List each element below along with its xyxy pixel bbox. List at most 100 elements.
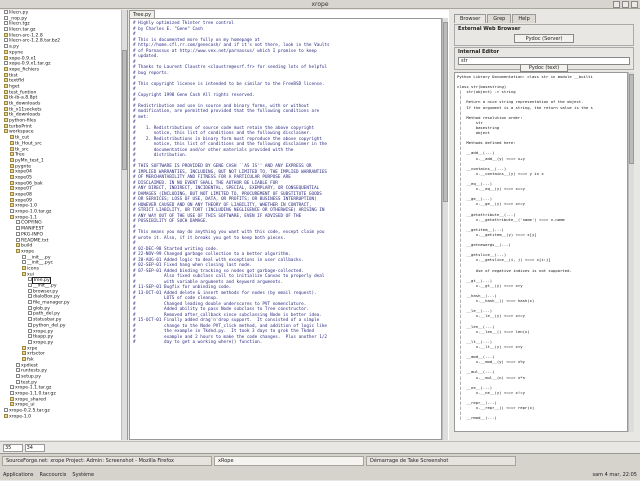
folder-icon bbox=[4, 413, 8, 418]
window-controls bbox=[613, 1, 638, 8]
folder-icon bbox=[10, 157, 14, 162]
file-icon bbox=[4, 27, 8, 32]
taskbar-window-list: SourceForge.net: xrope Project: Admin: S… bbox=[0, 454, 640, 467]
folder-icon bbox=[16, 243, 20, 248]
folder-icon bbox=[4, 112, 8, 117]
file-icon bbox=[28, 288, 32, 293]
tab-browser[interactable]: Browser bbox=[454, 14, 487, 23]
taskbar: SourceForge.net: xrope Project: Admin: S… bbox=[0, 453, 640, 480]
taskbar-menu: Applications Raccourcis Système sam 4 mar,… bbox=[0, 468, 640, 481]
pydoc-scrollbar-thumb[interactable] bbox=[629, 74, 634, 164]
folder-icon bbox=[10, 169, 14, 174]
file-icon bbox=[28, 300, 32, 305]
folder-icon bbox=[10, 163, 14, 168]
tab-grep[interactable]: Grep bbox=[487, 14, 512, 23]
pydoc-text-button[interactable]: Pydoc (text) bbox=[520, 64, 568, 72]
folder-icon bbox=[10, 146, 14, 151]
folder-icon bbox=[4, 83, 8, 88]
pydoc-line: | __rmod__(...) bbox=[457, 415, 497, 421]
taskbar-window-button[interactable]: Démarrage de Take Screenshot bbox=[366, 455, 516, 466]
folder-icon bbox=[22, 345, 26, 350]
folder-icon bbox=[10, 203, 14, 208]
side-panel-tabs: Browser Grep Help bbox=[454, 14, 537, 23]
file-icon bbox=[16, 379, 20, 384]
internal-editor-title: Internal Editor bbox=[458, 49, 500, 55]
editor-tab[interactable]: Tree.py bbox=[129, 10, 156, 18]
line-number: 35 bbox=[3, 443, 23, 452]
menu-raccourcis[interactable]: Raccourcis bbox=[40, 472, 67, 478]
folder-icon bbox=[22, 271, 26, 276]
folder-icon bbox=[10, 396, 14, 401]
editor-scrollbar[interactable] bbox=[442, 18, 448, 440]
file-tree[interactable]: lilecn.py _nop.py lilecn.tgz lilecn.tar.gz l… bbox=[0, 10, 128, 440]
window-title: xrope bbox=[311, 1, 329, 8]
file-icon bbox=[28, 283, 32, 287]
file-icon bbox=[28, 322, 32, 327]
side-panel: Browser Grep Help External Web Browser Pyd… bbox=[450, 10, 640, 440]
maximize-icon[interactable] bbox=[622, 1, 629, 8]
file-icon bbox=[28, 328, 32, 333]
tree-item[interactable]: xrope-1.0 bbox=[0, 413, 127, 420]
file-icon bbox=[10, 209, 14, 214]
file-icon bbox=[28, 334, 32, 339]
folder-icon bbox=[10, 402, 14, 407]
folder-icon bbox=[10, 140, 14, 145]
folder-icon bbox=[4, 123, 8, 128]
folder-icon bbox=[4, 66, 8, 71]
file-icon bbox=[28, 294, 32, 299]
pydoc-scrollbar[interactable] bbox=[628, 72, 634, 432]
menu-applications[interactable]: Applications bbox=[3, 472, 34, 478]
folder-icon bbox=[10, 192, 14, 196]
editor-scrollbar-thumb[interactable] bbox=[443, 22, 448, 202]
folder-icon bbox=[10, 186, 14, 191]
file-icon bbox=[22, 260, 26, 265]
close-icon[interactable] bbox=[631, 1, 638, 8]
file-icon bbox=[28, 311, 32, 316]
minimize-icon[interactable] bbox=[613, 1, 620, 8]
folder-icon bbox=[4, 118, 8, 123]
folder-icon bbox=[4, 55, 8, 60]
folder-icon bbox=[4, 49, 8, 54]
file-icon bbox=[22, 254, 26, 259]
file-icon bbox=[16, 374, 20, 378]
file-icon bbox=[4, 44, 8, 49]
pydoc-server-button[interactable]: Pydoc (Server) bbox=[514, 34, 574, 43]
tree-scrollbar-thumb[interactable] bbox=[122, 50, 127, 170]
status-bar: 35 34 bbox=[0, 441, 640, 453]
application-window: xrope lilecn.py _nop.py lilecn.tgz lilecn.t… bbox=[0, 0, 640, 480]
taskbar-window-button[interactable]: xRope bbox=[214, 455, 364, 466]
editor-pane: Tree.py # Highly optimized Tkinter tree … bbox=[129, 10, 449, 440]
folder-icon bbox=[10, 152, 14, 157]
menu-système[interactable]: Système bbox=[72, 472, 94, 478]
clock: sam 4 mar, 22:05 bbox=[592, 471, 637, 478]
folder-icon bbox=[4, 101, 8, 105]
file-icon bbox=[28, 277, 32, 282]
taskbar-menus: Applications Raccourcis Système bbox=[3, 472, 94, 478]
file-icon bbox=[16, 220, 20, 225]
file-icon bbox=[28, 317, 32, 322]
folder-icon bbox=[4, 129, 8, 134]
file-icon bbox=[4, 15, 8, 20]
folder-icon bbox=[4, 106, 8, 111]
folder-icon bbox=[22, 356, 26, 361]
folder-icon bbox=[4, 89, 8, 94]
window-titlebar[interactable]: xrope bbox=[0, 0, 640, 9]
folder-icon bbox=[4, 95, 8, 100]
folder-icon bbox=[10, 214, 14, 219]
file-icon bbox=[4, 21, 8, 26]
file-icon bbox=[16, 226, 20, 231]
file-tree-rows: lilecn.py _nop.py lilecn.tgz lilecn.tar.gz l… bbox=[0, 10, 127, 420]
file-icon bbox=[28, 339, 32, 344]
folder-icon bbox=[10, 174, 14, 179]
file-icon bbox=[4, 10, 8, 14]
external-browser-title: External Web Browser bbox=[458, 26, 521, 32]
editor-line: # day to get a working where() function. bbox=[133, 340, 263, 345]
file-icon bbox=[16, 368, 20, 373]
tree-scrollbar[interactable] bbox=[121, 10, 127, 440]
folder-icon bbox=[10, 180, 14, 185]
editor-textarea[interactable]: # Highly optimized Tkinter tree control #… bbox=[129, 18, 442, 440]
pydoc-output[interactable]: Python Library Documentation: class str … bbox=[454, 72, 628, 432]
folder-icon bbox=[4, 78, 8, 83]
taskbar-window-button[interactable]: SourceForge.net: xrope Project: Admin: S… bbox=[2, 455, 212, 466]
tab-help[interactable]: Help bbox=[512, 14, 536, 23]
